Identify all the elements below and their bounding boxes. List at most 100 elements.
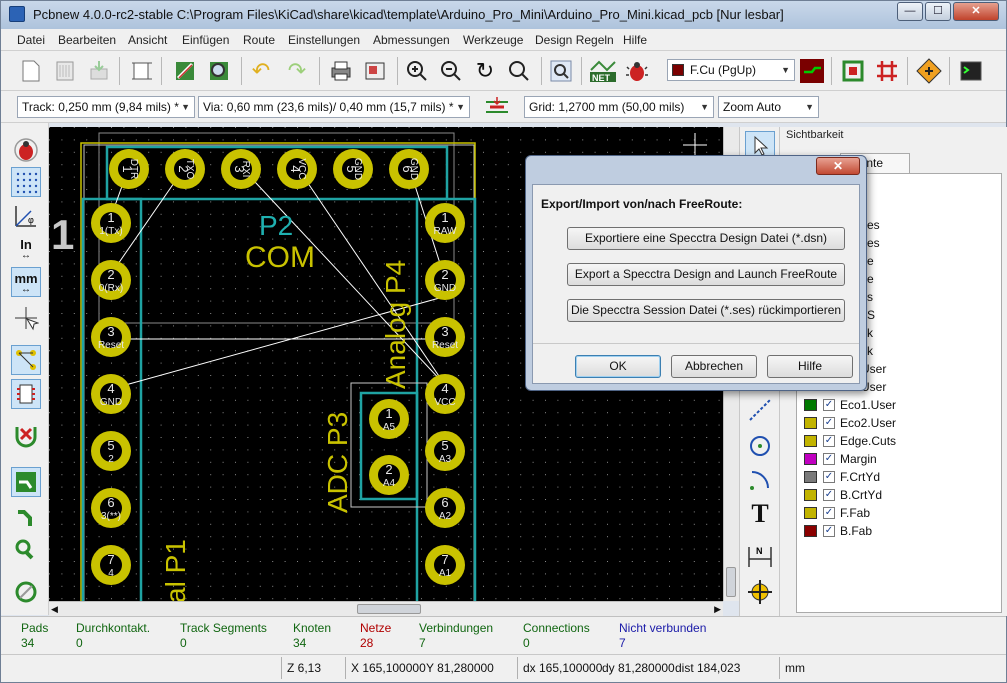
add-arc-icon[interactable] [745, 465, 775, 495]
open-module-editor-icon[interactable] [171, 57, 199, 85]
mode-footprint-icon[interactable] [839, 57, 867, 85]
layer-visible-checkbox[interactable]: ✓ [823, 525, 835, 537]
layer-color-swatch[interactable] [804, 489, 817, 501]
top-pad-3[interactable]: 3RXI [221, 149, 261, 189]
right-pad-7[interactable]: 7A1 [425, 545, 465, 585]
top-pad-1[interactable]: 1DTR [109, 149, 149, 189]
ok-button[interactable]: OK [575, 355, 661, 378]
add-text-icon[interactable]: T [745, 499, 775, 529]
cancel-button[interactable]: Abbrechen [671, 355, 757, 378]
layer-color-swatch[interactable] [804, 435, 817, 447]
top-pad-5[interactable]: 5GND [333, 149, 373, 189]
right-pad-5[interactable]: 5A3 [425, 431, 465, 471]
undo-icon[interactable]: ↶ [247, 57, 275, 85]
right-pad-2[interactable]: 2GND [425, 260, 465, 300]
zoom-in-icon[interactable] [403, 57, 431, 85]
dialog-close-button[interactable]: ✕ [816, 157, 860, 175]
export-launch-freeroute-button[interactable]: Export a Specctra Design and Launch Free… [567, 263, 845, 286]
right-pad-6[interactable]: 6A2 [425, 488, 465, 528]
top-pad-4[interactable]: 4VCC [277, 149, 317, 189]
horizontal-scroll-thumb[interactable] [357, 604, 421, 614]
menu-abmessungen[interactable]: Abmessungen [373, 33, 450, 47]
close-button[interactable]: ✕ [953, 2, 999, 21]
left-pad-7[interactable]: 74 [91, 545, 131, 585]
redo-icon[interactable]: ↷ [283, 57, 311, 85]
open-board-icon[interactable] [51, 57, 79, 85]
save-board-icon[interactable] [85, 57, 113, 85]
redraw-icon[interactable]: ↻ [471, 57, 499, 85]
plot-icon[interactable] [361, 57, 389, 85]
ratsnest-icon[interactable] [11, 345, 41, 375]
layer-visible-checkbox[interactable]: ✓ [823, 507, 835, 519]
vertical-scroll-thumb[interactable] [726, 567, 736, 597]
track-sketch-icon[interactable] [11, 503, 41, 533]
via-sketch-icon[interactable] [11, 535, 41, 565]
layer-visible-checkbox[interactable]: ✓ [823, 399, 835, 411]
layer-color-swatch[interactable] [804, 525, 817, 537]
menu-ansicht[interactable]: Ansicht [128, 33, 167, 47]
menu-einstellungen[interactable]: Einstellungen [288, 33, 360, 47]
layer-visible-checkbox[interactable]: ✓ [823, 489, 835, 501]
menu-datei[interactable]: Datei [17, 33, 45, 47]
menu-design-regeln[interactable]: Design Regeln [535, 33, 614, 47]
left-pad-3[interactable]: 3Reset [91, 317, 131, 357]
add-circle-icon[interactable] [745, 431, 775, 461]
layer-color-swatch[interactable] [804, 471, 817, 483]
zoom-out-icon[interactable] [437, 57, 465, 85]
via-size-select[interactable]: Via: 0,60 mm (23,6 mils)/ 0,40 mm (15,7 … [198, 96, 470, 118]
auto-track-width-icon[interactable] [483, 93, 511, 121]
import-ses-button[interactable]: Die Specctra Session Datei (*.ses) rücki… [567, 299, 845, 322]
left-pad-5[interactable]: 52 [91, 431, 131, 471]
polar-coords-icon[interactable]: φ [11, 201, 41, 231]
module-ratsnest-icon[interactable] [11, 379, 41, 409]
module-viewer-icon[interactable] [205, 57, 233, 85]
mode-track-icon[interactable] [873, 57, 901, 85]
find-icon[interactable] [547, 57, 575, 85]
layer-pair-icon[interactable] [798, 57, 826, 85]
layer-color-swatch[interactable] [804, 417, 817, 429]
netlist-icon[interactable]: NET [589, 57, 617, 85]
add-dimension-icon[interactable]: N [745, 541, 775, 571]
layer-color-swatch[interactable] [804, 399, 817, 411]
grid-toggle-icon[interactable] [11, 167, 41, 197]
adc-pad-2[interactable]: 2A4 [369, 455, 409, 495]
menu-bearbeiten[interactable]: Bearbeiten [58, 33, 116, 47]
left-pad-6[interactable]: 63(**) [91, 488, 131, 528]
menu-route[interactable]: Route [243, 33, 275, 47]
right-pad-4[interactable]: 4VCC [425, 374, 465, 414]
page-settings-icon[interactable] [127, 57, 155, 85]
menu-werkzeuge[interactable]: Werkzeuge [463, 33, 523, 47]
mm-units-button[interactable]: mm ↔ [11, 267, 41, 297]
left-pad-2[interactable]: 20(Rx) [91, 260, 131, 300]
cursor-shape-icon[interactable] [11, 303, 41, 333]
add-line-icon[interactable] [745, 395, 775, 425]
layer-color-swatch[interactable] [804, 507, 817, 519]
maximize-button[interactable]: ☐ [925, 2, 951, 21]
left-pad-4[interactable]: 4GND [91, 374, 131, 414]
help-button[interactable]: Hilfe [767, 355, 853, 378]
top-pad-2[interactable]: 2TXO [165, 149, 205, 189]
zone-fill-icon[interactable] [11, 467, 41, 497]
drc-off-icon[interactable] [11, 135, 41, 165]
layer-visible-checkbox[interactable]: ✓ [823, 417, 835, 429]
inch-units-button[interactable]: In ↔ [11, 233, 41, 263]
scripting-console-icon[interactable] [957, 57, 985, 85]
right-pad-3[interactable]: 3Reset [425, 317, 465, 357]
new-board-icon[interactable] [17, 57, 45, 85]
top-pad-6[interactable]: 6GND [389, 149, 429, 189]
print-icon[interactable] [327, 57, 355, 85]
export-dsn-button[interactable]: Exportiere eine Specctra Design Datei (*… [567, 227, 845, 250]
auto-delete-track-icon[interactable] [11, 421, 41, 451]
zoom-select[interactable]: Zoom Auto ▼ [718, 96, 819, 118]
horizontal-scrollbar[interactable]: ◀ ▶ [49, 601, 723, 616]
freeroute-icon[interactable] [915, 57, 943, 85]
adc-pad-1[interactable]: 1A5 [369, 399, 409, 439]
layer-visible-checkbox[interactable]: ✓ [823, 471, 835, 483]
minimize-button[interactable]: — [897, 2, 923, 21]
layer-select[interactable]: F.Cu (PgUp) ▼ [667, 59, 795, 81]
grid-select[interactable]: Grid: 1,2700 mm (50,00 mils) ▼ [524, 96, 714, 118]
layer-color-swatch[interactable] [804, 453, 817, 465]
high-contrast-icon[interactable] [11, 577, 41, 607]
scroll-right-icon[interactable]: ▶ [714, 604, 721, 615]
right-pad-1[interactable]: 1RAW [425, 203, 465, 243]
